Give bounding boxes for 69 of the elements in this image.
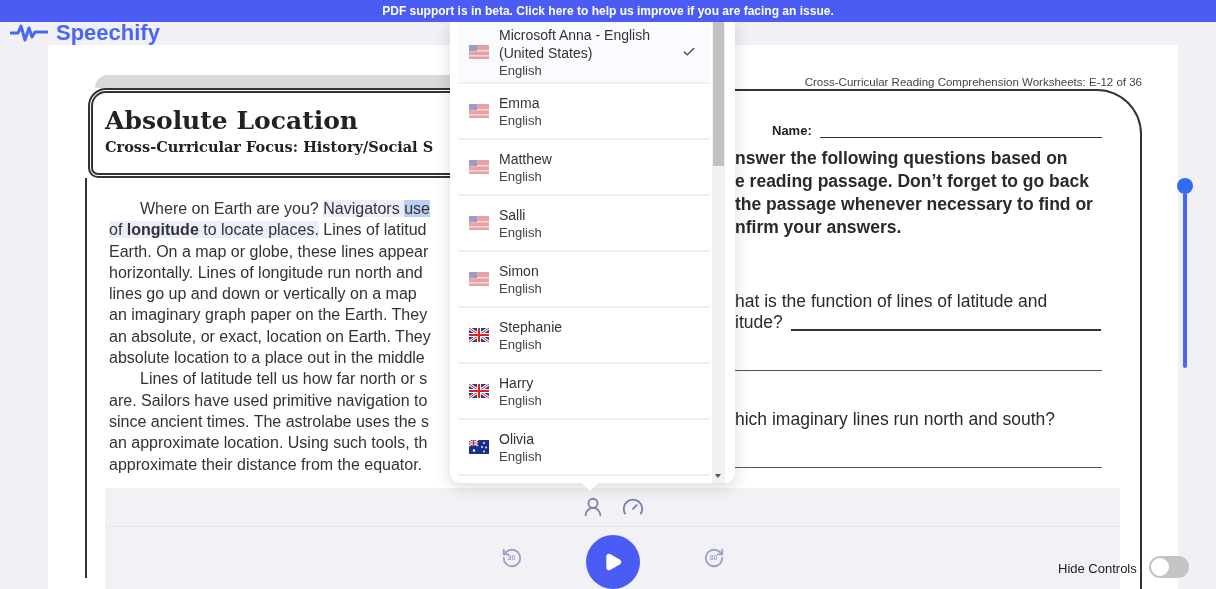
passage-line: an absolute, or exact, location on Earth. They xyxy=(109,326,432,347)
voice-name: Simon xyxy=(499,261,540,280)
document-subtitle: Cross-Curricular Focus: History/Social S xyxy=(105,137,435,157)
instruction-line: nswer the following questions based on xyxy=(735,146,1069,170)
passage-line: of longitude to locate places. Lines of latitud xyxy=(109,220,428,241)
flag-icon xyxy=(469,384,489,398)
voice-language: English xyxy=(499,447,543,465)
brand-name: Speechify xyxy=(56,20,160,46)
play-button[interactable] xyxy=(585,535,640,589)
voice-language: English xyxy=(499,223,543,241)
voice-name: Microsoft Anna - English (United States) xyxy=(499,25,651,62)
scrollbar-thumb[interactable] xyxy=(713,20,724,166)
voice-language: English xyxy=(499,111,543,129)
voice-item[interactable]: Matthew English xyxy=(458,140,710,196)
flag-icon xyxy=(469,216,489,230)
passage-line: since ancient times. The astrolabe uses the s xyxy=(109,411,430,432)
name-label: Name: xyxy=(772,122,812,140)
flag-icon xyxy=(469,160,489,174)
page-slider[interactable] xyxy=(1177,178,1193,368)
flag-icon xyxy=(469,328,489,342)
passage-line: Where on Earth are you? Navigators use xyxy=(139,199,431,219)
question-text: hat is the function of lines of latitude and xyxy=(735,290,1049,312)
voice-item[interactable]: Microsoft Anna - English (United States) English xyxy=(458,20,710,84)
passage-line: approximate their distance from the equator. xyxy=(109,454,424,475)
logo-icon xyxy=(10,23,48,43)
passage-line: an approximate location. Using such tools, th xyxy=(109,433,429,454)
voice-name: Matthew xyxy=(499,149,553,168)
document-title: Absolute Location xyxy=(105,105,360,137)
voice-name: Emma xyxy=(499,93,541,112)
voice-name: Salli xyxy=(499,205,527,224)
passage-line: horizontally. Lines of longitude run north and xyxy=(109,262,424,283)
hide-controls-toggle[interactable] xyxy=(1149,556,1189,578)
check-icon xyxy=(682,45,696,59)
hide-controls-label: Hide Controls xyxy=(1058,560,1137,578)
voice-item[interactable]: Olivia English xyxy=(458,420,710,476)
scrollbar[interactable] xyxy=(712,20,725,483)
voice-language: English xyxy=(499,279,543,297)
voice-item[interactable]: Stephanie English xyxy=(458,308,710,364)
scroll-down-icon[interactable] xyxy=(715,474,721,478)
question-text: itude? xyxy=(735,311,783,333)
voice-item[interactable]: Harry English xyxy=(458,364,710,420)
passage-line: lines go up and down or vertically on a map xyxy=(109,284,418,305)
worksheet-header: Cross-Curricular Reading Comprehension Worksheets: E-12 of 36 xyxy=(804,75,1142,89)
voice-name: Stephanie xyxy=(499,317,564,336)
voice-language: English xyxy=(499,391,543,409)
passage-line: Earth. On a map or globe, these lines appear xyxy=(109,241,430,262)
flag-icon xyxy=(469,45,489,59)
beta-banner[interactable]: PDF support is in beta. Click here to help us improve if you are facing an issue. xyxy=(0,0,1216,22)
flag-icon xyxy=(469,104,489,118)
question-text: hich imaginary lines run north and south? xyxy=(735,408,1057,430)
voice-name: Olivia xyxy=(499,429,535,448)
forward-icon xyxy=(702,547,725,569)
voice-language: English xyxy=(499,167,543,185)
instruction-line: the passage whenever necessary to find or xyxy=(735,192,1094,216)
instruction-line: nfirm your answers. xyxy=(735,215,903,239)
voice-language: English xyxy=(499,61,543,79)
rewind-icon xyxy=(500,547,523,569)
voice-item[interactable]: Emma English xyxy=(458,84,710,140)
voice-language: English xyxy=(499,335,543,353)
voice-item[interactable]: Simon English xyxy=(458,252,710,308)
flag-icon xyxy=(469,440,489,454)
passage-line: are. Sailors have used primitive navigation to xyxy=(109,390,429,411)
flag-icon xyxy=(469,272,489,286)
passage-line: an imaginary graph paper on the Earth. They xyxy=(109,305,429,326)
instruction-line: e reading passage. Don’t forget to go back xyxy=(735,169,1090,193)
voice-name: Harry xyxy=(499,373,535,392)
voice-item[interactable]: Salli English xyxy=(458,196,710,252)
passage-line: Lines of latitude tell us how far north or s xyxy=(139,369,429,390)
passage-line: absolute location to a place out in the middle xyxy=(109,348,426,369)
